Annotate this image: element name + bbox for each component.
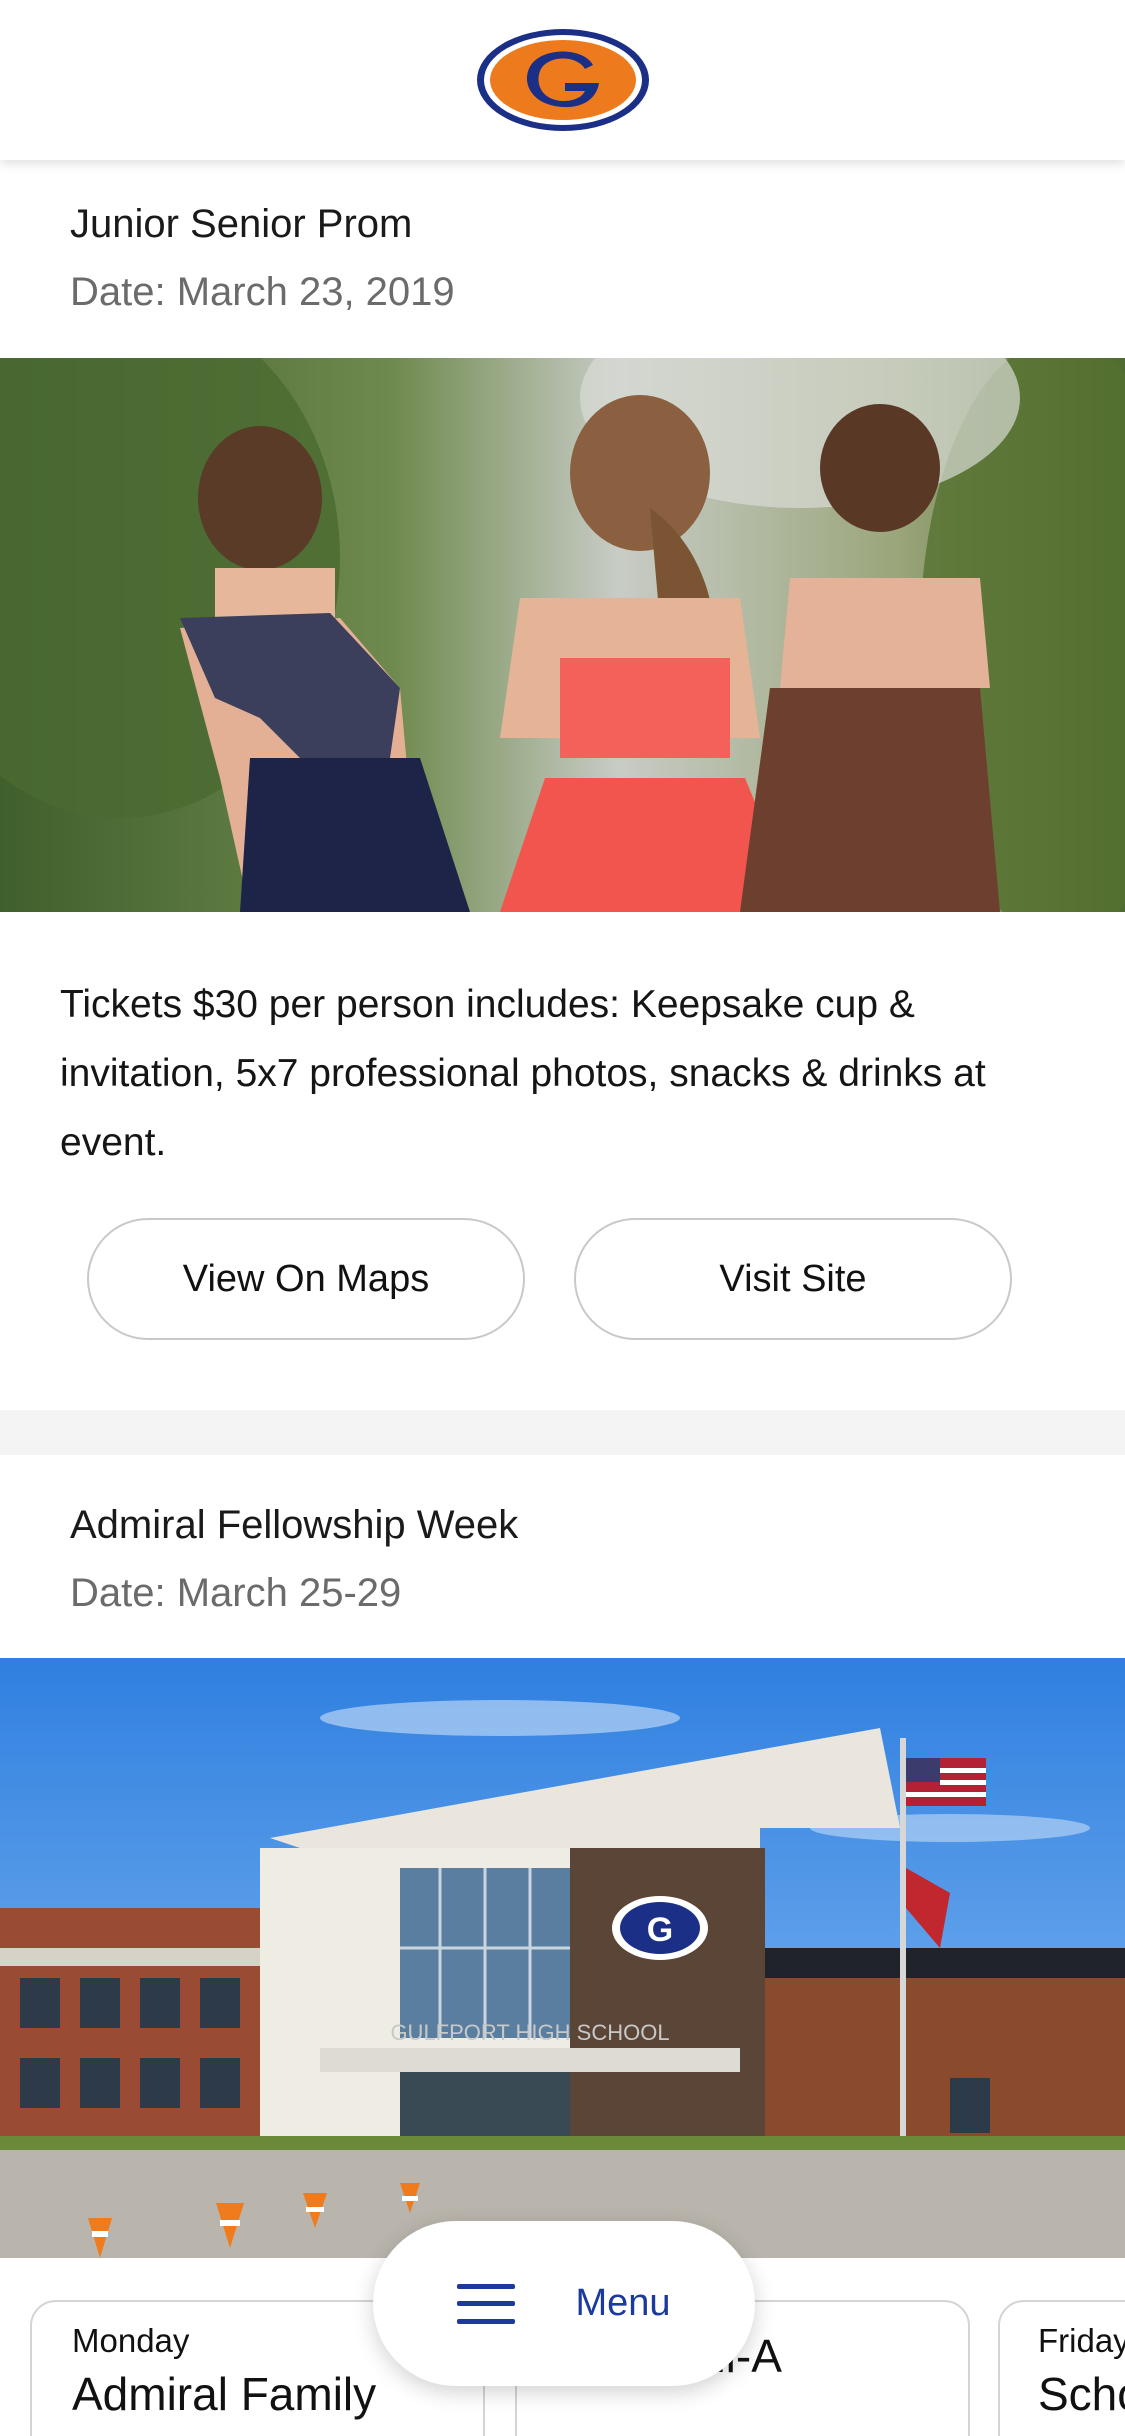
app-header: [0, 0, 1125, 160]
card-divider: [0, 1410, 1125, 1455]
event-description: Tickets $30 per person includes: Keepsak…: [60, 983, 986, 1164]
school-sign-text: GULFPORT HIGH SCHOOL: [390, 2020, 669, 2045]
hamburger-menu-icon: [457, 2283, 516, 2324]
menu-button[interactable]: Menu: [373, 2221, 755, 2386]
school-building-photo: G GULFPORT HIGH SCHOOL: [0, 1658, 1125, 2258]
day-name: Friday: [1038, 2322, 1125, 2359]
day-event-title: Scho: [1038, 2368, 1125, 2420]
gulfport-g-logo-icon[interactable]: [473, 25, 653, 135]
event-title: Admiral Fellowship Week: [70, 1503, 519, 1547]
day-card-friday[interactable]: Friday Scho: [998, 2300, 1125, 2436]
view-on-maps-button[interactable]: View On Maps: [87, 1218, 525, 1340]
menu-label: Menu: [575, 2282, 671, 2324]
prom-photo: [0, 358, 1125, 912]
event-date: Date: March 23, 2019: [70, 270, 455, 314]
event-date: Date: March 25-29: [70, 1571, 402, 1615]
event-title: Junior Senior Prom: [70, 202, 413, 246]
svg-text:G: G: [647, 1911, 673, 1949]
day-event-title: Admiral Family: [72, 2368, 377, 2420]
visit-site-button[interactable]: Visit Site: [574, 1218, 1012, 1340]
event-card: Junior Senior Prom Date: March 23, 2019: [0, 160, 1125, 1410]
